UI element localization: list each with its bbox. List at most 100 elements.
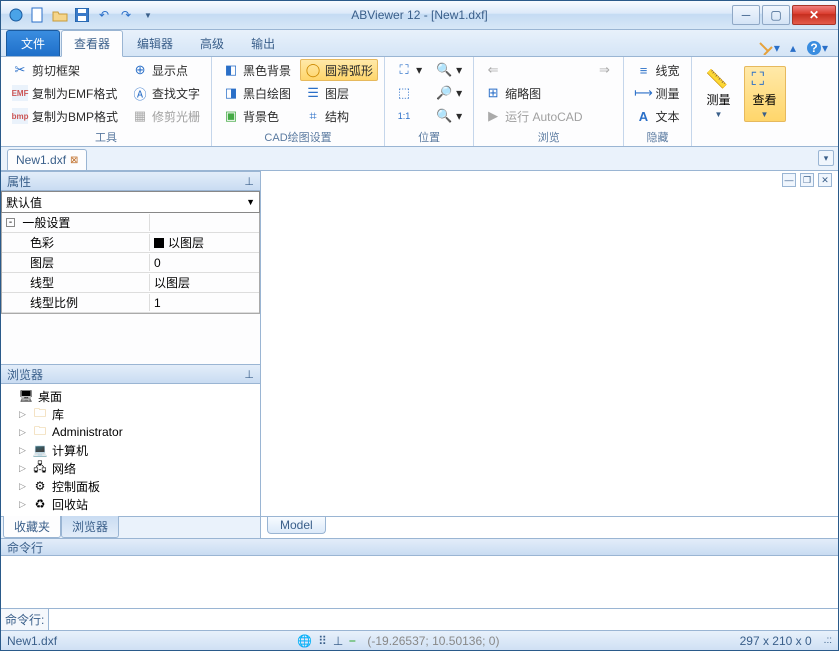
zoom-out-button[interactable]: 🔎▾ bbox=[431, 82, 467, 104]
favorites-tab[interactable]: 收藏夹 bbox=[3, 516, 61, 538]
smooth-arc-button[interactable]: ◯圆滑弧形 bbox=[300, 59, 378, 81]
status-globe-icon[interactable]: 🌐 bbox=[297, 634, 312, 648]
prev-icon: ⇐ bbox=[485, 62, 501, 78]
doc-tab-label: New1.dxf bbox=[16, 153, 66, 167]
window-buttons: ─ ▢ ✕ bbox=[732, 5, 838, 25]
linewidth-button[interactable]: ≡线宽 bbox=[630, 59, 684, 81]
file-tab[interactable]: 文件 bbox=[6, 30, 60, 56]
library-icon: 🗀 bbox=[32, 407, 48, 421]
tree-control[interactable]: ▷⚙控制面板 bbox=[5, 477, 256, 495]
left-sidebar: 属性 ⊥ 默认值▼ - 一般设置 色彩以图层 图层0 线型以图层 线型比例1 浏… bbox=[1, 171, 261, 538]
layer-icon: ☰ bbox=[305, 85, 321, 101]
close-tab-icon[interactable]: ⊠ bbox=[70, 155, 78, 166]
structure-button[interactable]: ⌗结构 bbox=[300, 105, 378, 127]
chevron-down-icon[interactable]: ▾ bbox=[818, 150, 834, 166]
tree-recycle[interactable]: ▷♻回收站 bbox=[5, 495, 256, 513]
cut-frame-button[interactable]: ✂剪切框架 bbox=[7, 59, 123, 81]
default-combo[interactable]: 默认值▼ bbox=[1, 191, 260, 213]
group-tools-label: 工具 bbox=[7, 127, 205, 148]
zoomin-icon: 🔍 bbox=[436, 62, 452, 78]
tree-network[interactable]: ▷🖧网络 bbox=[5, 459, 256, 477]
status-snap-icon[interactable]: ⊥ bbox=[333, 634, 343, 648]
quick-access-toolbar: ↶ ↷ ▼ bbox=[1, 6, 163, 24]
viewer-tab[interactable]: 查看器 bbox=[61, 30, 123, 57]
status-coords: (-19.26537; 10.50136; 0) bbox=[367, 634, 499, 648]
bw-draw-button[interactable]: ◨黑白绘图 bbox=[218, 82, 296, 104]
measure-button[interactable]: ⟼测量 bbox=[630, 82, 684, 104]
app-icon[interactable] bbox=[7, 6, 25, 24]
structure-icon: ⌗ bbox=[305, 108, 321, 124]
zoom-1to1-button[interactable]: 1:1 bbox=[391, 105, 427, 127]
prop-row-ltscale[interactable]: 线型比例1 bbox=[2, 293, 259, 313]
show-point-button[interactable]: ⊕显示点 bbox=[127, 59, 205, 81]
prop-row-layer[interactable]: 图层0 bbox=[2, 253, 259, 273]
output-tab[interactable]: 输出 bbox=[238, 30, 288, 56]
big-view-button[interactable]: ⛶ 查看 ▼ bbox=[744, 66, 786, 122]
browser-tab[interactable]: 浏览器 bbox=[61, 516, 119, 538]
zoom1to1-icon: 1:1 bbox=[396, 108, 412, 124]
help-icon[interactable]: ?▾ bbox=[806, 40, 828, 56]
editor-tab[interactable]: 编辑器 bbox=[124, 30, 186, 56]
redo-icon[interactable]: ↷ bbox=[117, 6, 135, 24]
advanced-tab[interactable]: 高级 bbox=[187, 30, 237, 56]
document-tab[interactable]: New1.dxf ⊠ bbox=[7, 149, 87, 170]
model-tabs: Model bbox=[261, 516, 838, 538]
status-icons[interactable]: 🌐 ⠿ ⊥ ⎯ bbox=[297, 633, 355, 648]
tree-admin[interactable]: ▷🗀Administrator bbox=[5, 423, 256, 441]
scissors-icon: ✂ bbox=[12, 62, 28, 78]
command-panel-title: 命令行 bbox=[1, 538, 838, 556]
undo-icon[interactable]: ↶ bbox=[95, 6, 113, 24]
linewidth-icon: ≡ bbox=[635, 62, 651, 78]
save-icon[interactable] bbox=[73, 6, 91, 24]
prop-row-general[interactable]: - 一般设置 bbox=[2, 213, 259, 233]
prop-row-color[interactable]: 色彩以图层 bbox=[2, 233, 259, 253]
find-text-button[interactable]: Ⓐ查找文字 bbox=[127, 82, 205, 104]
open-icon[interactable] bbox=[51, 6, 69, 24]
close-button[interactable]: ✕ bbox=[792, 5, 836, 25]
qat-dropdown-icon[interactable]: ▼ bbox=[139, 6, 157, 24]
tree-computer[interactable]: ▷💻计算机 bbox=[5, 441, 256, 459]
bg-color-button[interactable]: ▣背景色 bbox=[218, 105, 296, 127]
minimize-button[interactable]: ─ bbox=[732, 5, 760, 25]
model-tab[interactable]: Model bbox=[267, 517, 326, 534]
command-output bbox=[1, 556, 838, 608]
tree-library[interactable]: ▷🗀库 bbox=[5, 405, 256, 423]
style-dropdown-icon[interactable]: ▾ bbox=[758, 41, 780, 55]
status-ortho-icon[interactable]: ⎯ bbox=[349, 633, 355, 648]
pin-icon[interactable]: ⊥ bbox=[244, 368, 254, 381]
new-icon[interactable] bbox=[29, 6, 47, 24]
thumbnail-button[interactable]: ⊞缩略图 bbox=[480, 82, 587, 104]
status-resize-icon[interactable]: .:: bbox=[824, 635, 832, 646]
main-content: 属性 ⊥ 默认值▼ - 一般设置 色彩以图层 图层0 线型以图层 线型比例1 浏… bbox=[1, 171, 838, 538]
chevron-up-icon[interactable]: ▴ bbox=[790, 41, 796, 55]
computer-icon: 💻 bbox=[32, 443, 48, 457]
text-icon: A bbox=[635, 108, 651, 124]
trim-arc-button: ▦修剪光栅 bbox=[127, 105, 205, 127]
command-input[interactable] bbox=[49, 609, 838, 630]
network-icon: 🖧 bbox=[32, 461, 48, 475]
zoom-select-button[interactable]: ⬚ bbox=[391, 82, 427, 104]
canvas-minimize-icon[interactable]: — bbox=[782, 173, 796, 187]
text-button[interactable]: A文本 bbox=[630, 105, 684, 127]
big-ruler-icon: 📏 bbox=[706, 69, 732, 89]
drawing-canvas[interactable] bbox=[261, 189, 838, 516]
copy-emf-button[interactable]: EMF复制为EMF格式 bbox=[7, 82, 123, 104]
prev-button: ⇐ bbox=[480, 59, 587, 81]
tree-desktop[interactable]: 🖥桌面 bbox=[5, 387, 256, 405]
prop-row-linetype[interactable]: 线型以图层 bbox=[2, 273, 259, 293]
maximize-button[interactable]: ▢ bbox=[762, 5, 790, 25]
status-grid-icon[interactable]: ⠿ bbox=[318, 634, 327, 648]
layer-button[interactable]: ☰图层 bbox=[300, 82, 378, 104]
arc-icon: ◯ bbox=[305, 62, 321, 78]
canvas-close-icon[interactable]: ✕ bbox=[818, 173, 832, 187]
canvas-restore-icon[interactable]: ❐ bbox=[800, 173, 814, 187]
fit-window-button[interactable]: ⛶▾ bbox=[391, 59, 427, 81]
zoom-drop-button[interactable]: 🔍▾ bbox=[431, 105, 467, 127]
zoom-in-button[interactable]: 🔍▾ bbox=[431, 59, 467, 81]
canvas-toolbar: — ❐ ✕ bbox=[261, 171, 838, 189]
copy-bmp-button[interactable]: bmp复制为BMP格式 bbox=[7, 105, 123, 127]
emf-icon: EMF bbox=[12, 85, 28, 101]
big-measure-button[interactable]: 📏 测量 ▼ bbox=[698, 66, 740, 122]
pin-icon[interactable]: ⊥ bbox=[244, 175, 254, 188]
black-bg-button[interactable]: ◧黑色背景 bbox=[218, 59, 296, 81]
